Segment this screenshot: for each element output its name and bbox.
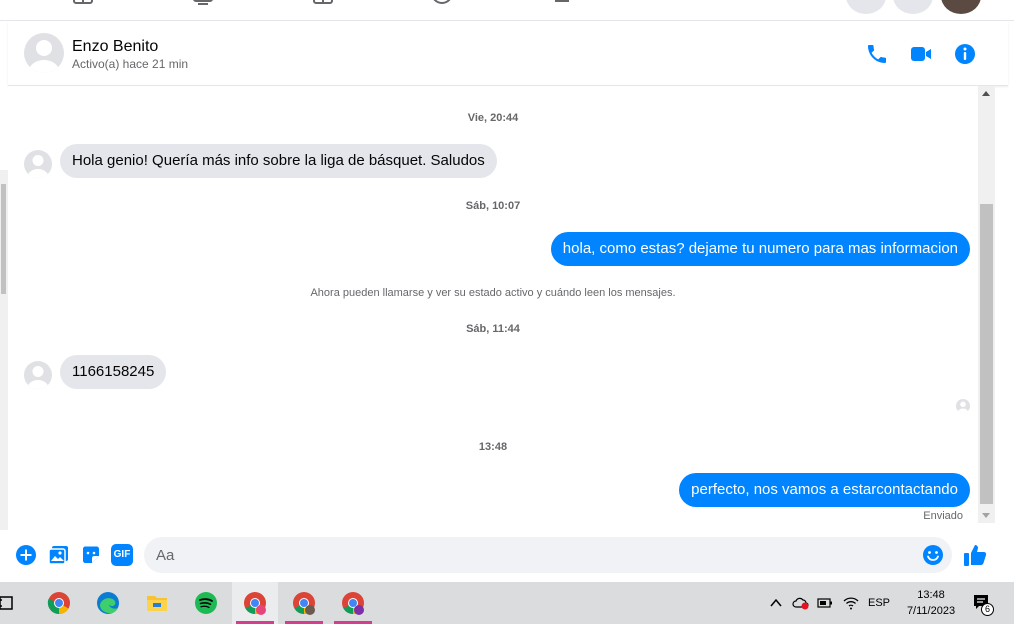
gif-button[interactable]: GIF [111,544,133,566]
windows-taskbar: ESP 13:48 7/11/2023 6 [0,582,1014,624]
message-timestamp: Vie, 20:44 [467,112,519,124]
default-avatar-icon [29,40,59,73]
message-input[interactable] [156,537,916,573]
menu-button[interactable] [846,0,886,14]
watch-icon[interactable] [192,0,214,5]
groups-icon[interactable] [312,0,334,5]
contact-name[interactable]: Enzo Benito [72,38,158,56]
feeds-icon[interactable] [551,0,573,5]
message-input-wrapper [144,537,952,573]
messenger-window: Enzo Benito Activo(a) hace 21 min Vie, 2… [0,0,1014,624]
default-avatar-icon [27,155,49,178]
default-avatar-icon [957,401,969,413]
sender-avatar[interactable] [24,150,52,178]
taskbar-chrome-profile-c[interactable] [330,582,376,624]
system-notice: Ahora pueden llamarse y ver su estado ac… [310,287,676,299]
default-avatar-icon [27,366,49,389]
thumbs-up-icon[interactable] [962,542,988,568]
top-navigation-bar [0,0,1014,21]
video-call-icon[interactable] [909,42,933,66]
notification-count-badge: 6 [981,603,994,616]
task-view-icon[interactable] [0,595,16,611]
sticker-icon[interactable] [80,544,102,566]
info-icon[interactable] [953,42,977,66]
message-composer: GIF [0,530,1014,582]
battery-icon[interactable] [817,597,833,609]
conversation-header: Enzo Benito Activo(a) hace 21 min [8,21,1008,86]
spotify-icon [195,592,217,614]
messages-scrollbar[interactable] [978,86,995,523]
chrome-profile-icon [342,592,364,615]
outgoing-message[interactable]: perfecto, nos vamos a estarcontactando [679,473,970,507]
wifi-icon[interactable] [843,596,859,610]
marketplace-icon[interactable] [72,0,94,5]
phone-call-icon[interactable] [865,42,889,66]
message-timestamp: 13:48 [478,441,508,453]
taskbar-chrome[interactable] [36,582,82,624]
taskbar-spotify[interactable] [183,582,229,624]
taskbar-file-explorer[interactable] [134,582,180,624]
chrome-icon [47,592,70,614]
message-list: Vie, 20:44 Hola genio! Quería más info s… [8,86,978,526]
photo-icon[interactable] [48,544,70,566]
clock-time: 13:48 [917,589,945,601]
scroll-up-arrow-icon[interactable] [982,91,990,96]
onedrive-error-icon[interactable] [792,596,810,610]
scroll-down-arrow-icon[interactable] [982,513,990,518]
chevron-up-icon[interactable] [770,598,782,608]
incoming-message[interactable]: Hola genio! Quería más info sobre la lig… [60,144,497,178]
chrome-profile-icon [293,592,315,615]
plus-circle-icon[interactable] [15,544,37,566]
sent-status: Enviado [923,510,963,522]
chrome-profile-icon [244,592,266,615]
outgoing-message[interactable]: hola, como estas? dejame tu numero para … [550,232,970,266]
notifications-button[interactable] [893,0,933,14]
edge-icon [97,592,119,614]
seen-indicator-avatar [956,399,970,413]
emoji-icon[interactable] [922,544,944,566]
contact-status: Activo(a) hace 21 min [72,57,189,71]
system-clock[interactable]: 13:48 7/11/2023 [895,587,967,619]
notification-center-button[interactable]: 6 [972,593,994,616]
message-timestamp: Sáb, 10:07 [465,200,521,212]
profile-avatar[interactable] [941,0,981,14]
scrollbar-thumb[interactable] [1,184,6,294]
clock-date: 7/11/2023 [906,605,956,617]
taskbar-chrome-profile-a[interactable] [232,582,278,624]
taskbar-chrome-profile-b[interactable] [281,582,327,624]
contact-avatar[interactable] [24,33,64,73]
page-scrollbar[interactable] [0,170,8,530]
taskbar-edge[interactable] [85,582,131,624]
input-language[interactable]: ESP [868,597,890,609]
message-timestamp: Sáb, 11:44 [466,323,520,335]
incoming-message[interactable]: 1166158245 [60,355,167,389]
sender-avatar[interactable] [24,361,52,389]
gaming-icon[interactable] [431,0,453,5]
scrollbar-thumb[interactable] [980,204,993,504]
folder-icon [147,596,167,611]
